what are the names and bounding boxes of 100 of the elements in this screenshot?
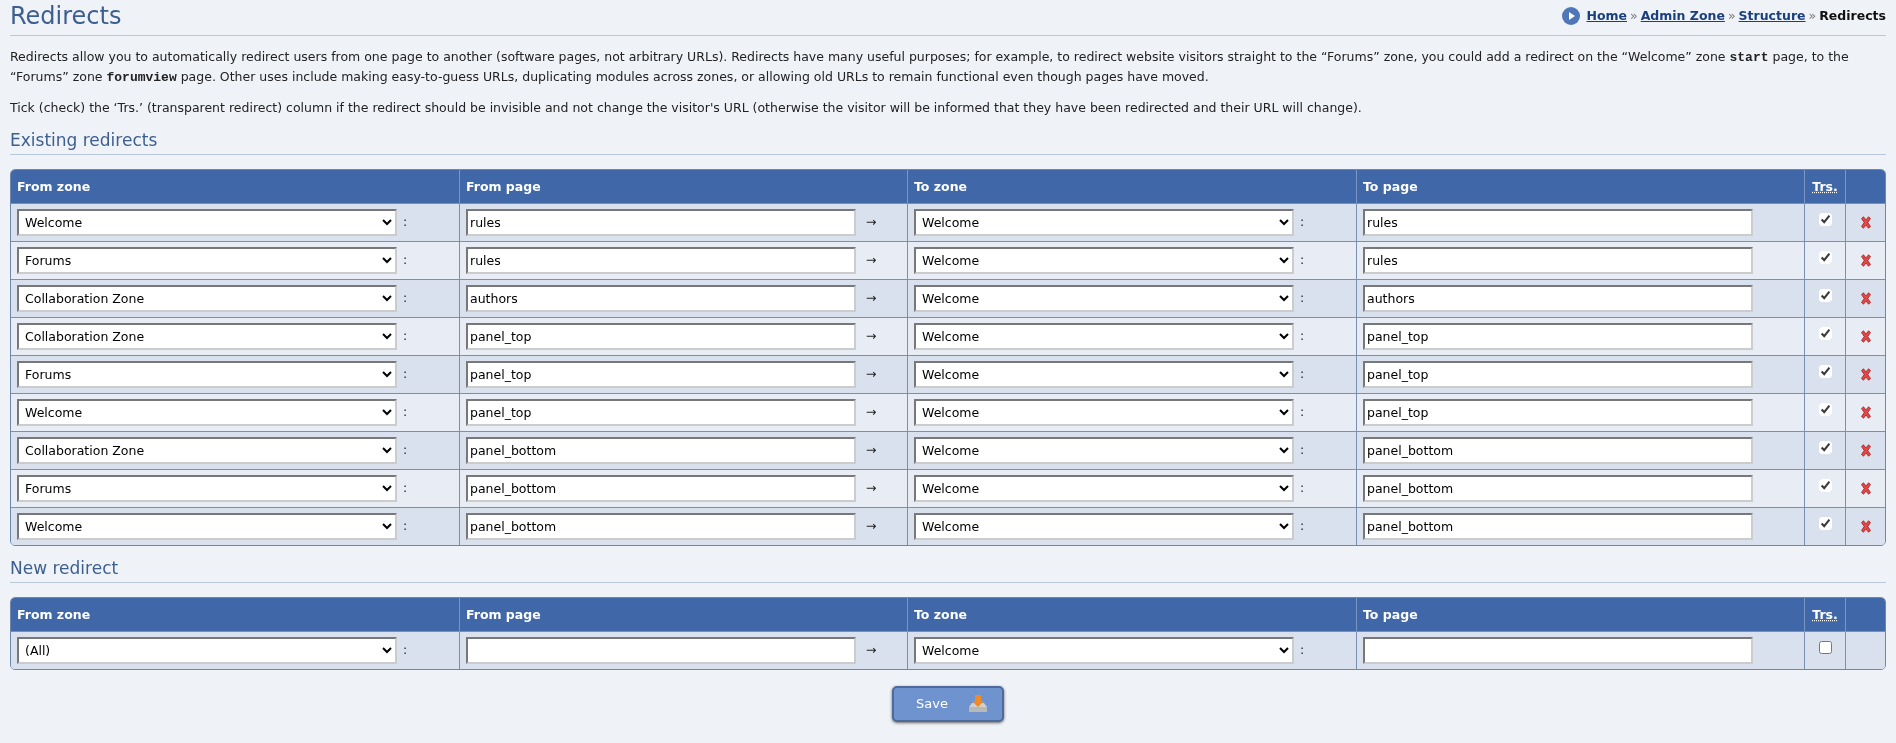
page-input[interactable]: panel_top bbox=[1363, 398, 1753, 426]
section-heading: Existing redirects bbox=[10, 127, 1886, 156]
page-input[interactable]: panel_top bbox=[466, 360, 856, 388]
arrow: → bbox=[866, 251, 877, 269]
zone-dropdown[interactable]: Forums bbox=[17, 246, 397, 274]
colon-separator: : bbox=[1300, 289, 1305, 307]
intro-paragraph: Tick (check) the ‘Trs.’ (transparent redirect) column if the redirect should be invisible and not change the visitor's URL (otherwise the visitor will be informed that they have been redirected and their URL will change). bbox=[10, 99, 1363, 118]
column-header: To zone bbox=[908, 170, 1357, 203]
breadcrumb-separator: » bbox=[1630, 7, 1638, 25]
page-input[interactable]: panel_top bbox=[466, 322, 856, 350]
download-tray-icon bbox=[967, 694, 988, 713]
transparent-checkbox[interactable] bbox=[1818, 517, 1832, 530]
colon-separator: : bbox=[1300, 327, 1305, 345]
arrow: → bbox=[866, 213, 877, 231]
section-heading: New redirect bbox=[10, 555, 1886, 584]
colon-separator: : bbox=[403, 289, 408, 307]
zone-dropdown[interactable]: Welcome bbox=[914, 512, 1294, 540]
page-input[interactable]: panel_bottom bbox=[1363, 436, 1753, 464]
arrow: → bbox=[866, 403, 877, 421]
zone-dropdown[interactable]: Welcome bbox=[914, 360, 1294, 388]
breadcrumb-separator: » bbox=[1808, 7, 1817, 25]
arrow: → bbox=[866, 441, 877, 459]
arrow: → bbox=[866, 479, 877, 497]
zone-dropdown[interactable]: Welcome bbox=[914, 284, 1294, 312]
column-header: From zone bbox=[11, 598, 460, 632]
transparent-checkbox[interactable] bbox=[1818, 441, 1832, 454]
colon-separator: : bbox=[403, 441, 408, 459]
zone-dropdown[interactable]: Forums bbox=[17, 474, 397, 502]
page-input[interactable]: panel_top bbox=[1363, 322, 1753, 350]
zone-dropdown[interactable]: Forums bbox=[17, 360, 397, 388]
delete-icon[interactable] bbox=[1859, 520, 1872, 533]
colon-separator: : bbox=[1300, 365, 1305, 383]
breadcrumb-link[interactable]: Structure bbox=[1738, 7, 1806, 26]
delete-icon[interactable] bbox=[1859, 216, 1872, 229]
zone-dropdown[interactable]: Welcome bbox=[914, 208, 1294, 236]
zone-dropdown[interactable]: Welcome bbox=[17, 208, 397, 236]
colon-separator: : bbox=[403, 327, 408, 345]
zone-dropdown[interactable]: Welcome bbox=[914, 398, 1294, 426]
zone-dropdown[interactable]: Welcome bbox=[914, 637, 1294, 665]
colon-separator: : bbox=[403, 641, 408, 660]
colon-separator: : bbox=[1300, 403, 1305, 421]
column-header: From page bbox=[460, 598, 908, 632]
play-icon bbox=[1562, 7, 1581, 26]
zone-dropdown[interactable]: Welcome bbox=[914, 474, 1294, 502]
colon-separator: : bbox=[1300, 441, 1305, 459]
page-input[interactable]: authors bbox=[1363, 284, 1753, 312]
column-header: From zone bbox=[11, 170, 460, 203]
zone-dropdown[interactable]: (All) bbox=[17, 637, 397, 665]
colon-separator: : bbox=[1300, 641, 1305, 660]
page-title: Redirects bbox=[10, 2, 122, 31]
colon-separator: : bbox=[1300, 213, 1305, 231]
breadcrumb-link[interactable]: Home bbox=[1586, 7, 1628, 26]
delete-icon[interactable] bbox=[1859, 368, 1872, 381]
arrow: → bbox=[866, 641, 877, 660]
page-input[interactable]: panel_top bbox=[1363, 360, 1753, 388]
page-input[interactable]: panel_bottom bbox=[1363, 474, 1753, 502]
page-input[interactable]: panel_bottom bbox=[466, 474, 856, 502]
colon-separator: : bbox=[403, 479, 408, 497]
breadcrumb-link[interactable]: Admin Zone bbox=[1640, 7, 1725, 26]
colon-separator: : bbox=[1300, 479, 1305, 497]
page-input[interactable]: panel_top bbox=[466, 398, 856, 426]
page-input[interactable] bbox=[1363, 637, 1753, 665]
page-input[interactable]: panel_bottom bbox=[466, 436, 856, 464]
page-input[interactable]: authors bbox=[466, 284, 856, 312]
delete-icon[interactable] bbox=[1859, 444, 1872, 457]
colon-separator: : bbox=[403, 213, 408, 231]
transparent-checkbox[interactable] bbox=[1818, 641, 1832, 655]
transparent-checkbox[interactable] bbox=[1818, 479, 1832, 492]
transparent-checkbox[interactable] bbox=[1818, 403, 1832, 416]
transparent-checkbox[interactable] bbox=[1818, 327, 1832, 340]
page-input[interactable]: rules bbox=[1363, 246, 1753, 274]
column-header: To page bbox=[1357, 598, 1805, 632]
zone-dropdown[interactable]: Welcome bbox=[914, 246, 1294, 274]
transparent-checkbox[interactable] bbox=[1818, 213, 1832, 226]
zone-dropdown[interactable]: Welcome bbox=[17, 398, 397, 426]
delete-icon[interactable] bbox=[1859, 406, 1872, 419]
page-input[interactable]: rules bbox=[466, 208, 856, 236]
transparent-checkbox[interactable] bbox=[1818, 289, 1832, 302]
delete-icon[interactable] bbox=[1859, 330, 1872, 343]
transparent-checkbox[interactable] bbox=[1818, 251, 1832, 264]
column-header: From page bbox=[460, 170, 908, 203]
page-input[interactable]: panel_bottom bbox=[1363, 512, 1753, 540]
zone-dropdown[interactable]: Welcome bbox=[914, 436, 1294, 464]
page-input[interactable]: rules bbox=[1363, 208, 1753, 236]
zone-dropdown[interactable]: Collaboration Zone bbox=[17, 436, 397, 464]
page-input[interactable]: rules bbox=[466, 246, 856, 274]
column-header: To zone bbox=[908, 598, 1357, 632]
delete-icon[interactable] bbox=[1859, 482, 1872, 495]
zone-dropdown[interactable]: Welcome bbox=[914, 322, 1294, 350]
zone-dropdown[interactable]: Collaboration Zone bbox=[17, 284, 397, 312]
delete-icon[interactable] bbox=[1859, 254, 1872, 267]
arrow: → bbox=[866, 289, 877, 307]
page-input[interactable] bbox=[466, 637, 856, 665]
breadcrumb-current: Redirects bbox=[1819, 7, 1886, 25]
transparent-checkbox[interactable] bbox=[1818, 365, 1832, 378]
arrow: → bbox=[866, 327, 877, 345]
zone-dropdown[interactable]: Welcome bbox=[17, 512, 397, 540]
zone-dropdown[interactable]: Collaboration Zone bbox=[17, 322, 397, 350]
delete-icon[interactable] bbox=[1859, 292, 1872, 305]
page-input[interactable]: panel_bottom bbox=[466, 512, 856, 540]
